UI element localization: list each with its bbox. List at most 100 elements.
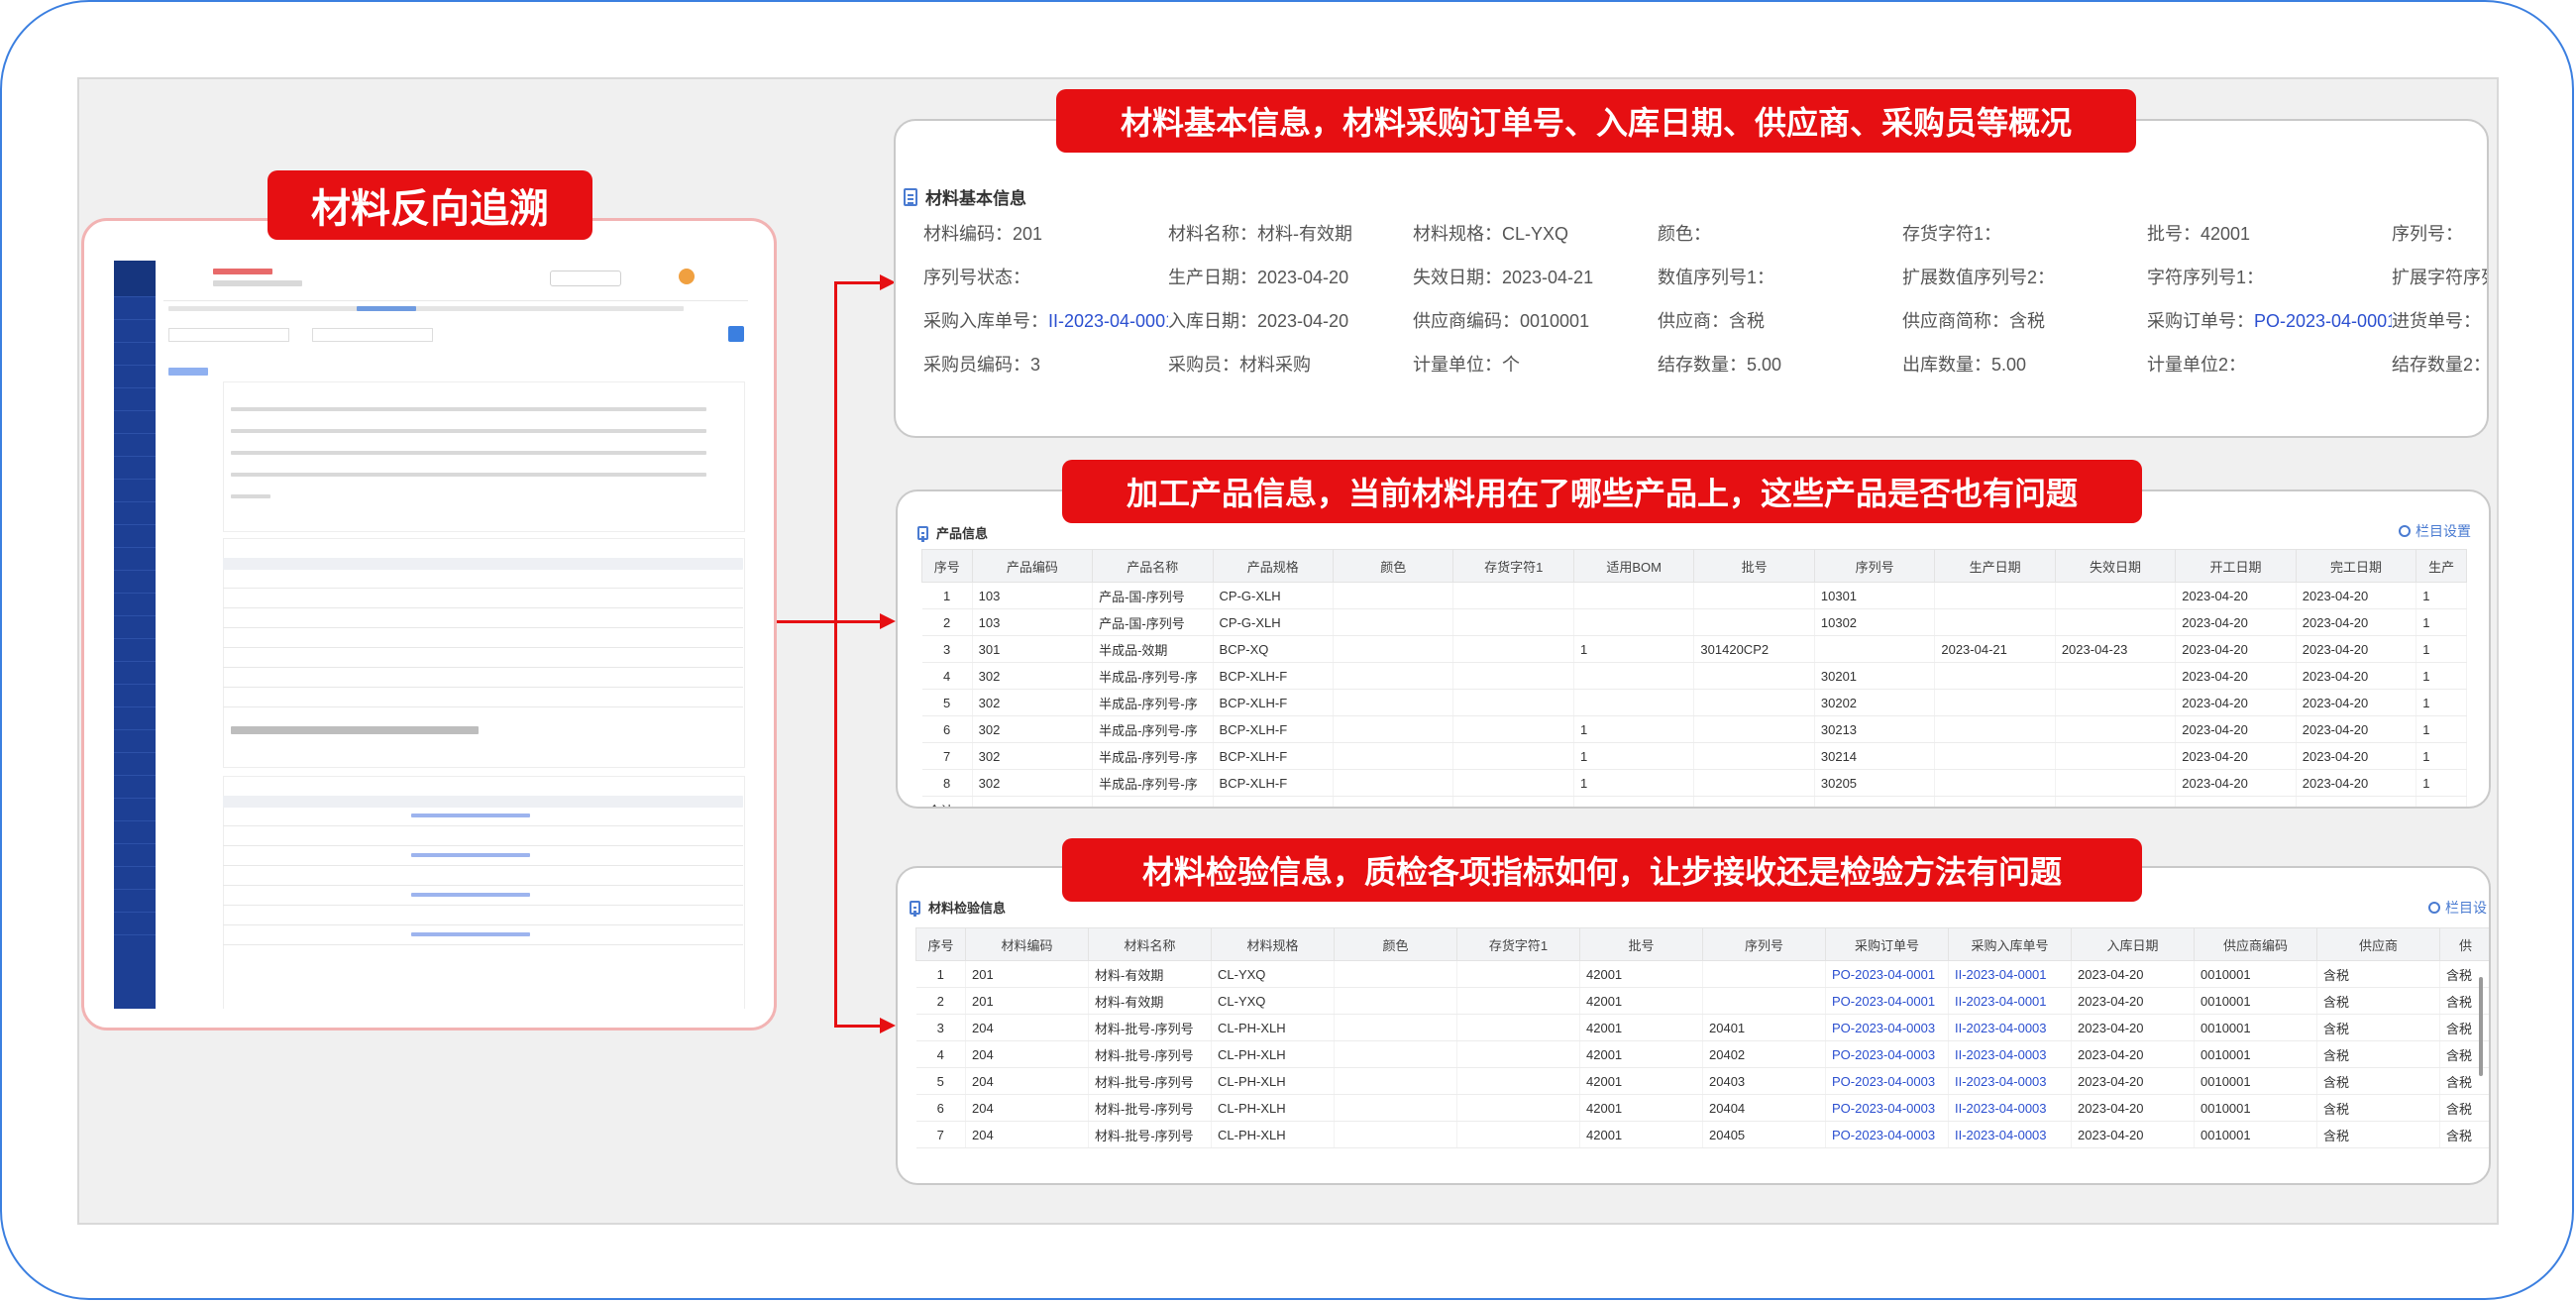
col-header[interactable]: 生产	[2415, 549, 2467, 583]
col-header[interactable]: 供	[2439, 927, 2489, 961]
field-receipt-no: 进货单号：	[2392, 311, 2481, 331]
table-cell: 材料-批号-序列号	[1088, 1014, 1212, 1041]
table-cell: BCP-XLH-F	[1213, 769, 1335, 797]
table-row[interactable]: 8 302 半成品-序列号-序 BCP-XLH-F 1 30205 2023-04-20 20…	[921, 769, 2467, 797]
material-basic-fields: 材料编码：201 材料名称：材料-有效期 材料规格：CL-YXQ 颜色： 存货字…	[923, 220, 2487, 394]
col-header[interactable]: 序号	[921, 549, 973, 583]
table-row[interactable]: 2 201 材料-有效期 CL-YXQ 42001 PO-2023-04-0001 II-2…	[915, 987, 2489, 1015]
inspection-table: 序号 材料编码 材料名称 材料规格 颜色 存货字符1 批号 序列号 采购订单号 …	[915, 927, 2489, 1148]
col-header[interactable]: 入库日期	[2071, 927, 2195, 961]
table-row[interactable]: 4 204 材料-批号-序列号 CL-PH-XLH 42001 20402 PO-2023-…	[915, 1040, 2489, 1068]
total-row: 合计	[921, 796, 2467, 807]
table-cell: CL-PH-XLH	[1211, 1067, 1335, 1095]
vertical-scrollbar[interactable]	[2479, 977, 2483, 1076]
col-header[interactable]: 供应商	[2316, 927, 2440, 961]
col-header[interactable]: 采购入库单号	[1948, 927, 2072, 961]
table-row[interactable]: 1 201 材料-有效期 CL-YXQ 42001 PO-2023-04-0001 II-2…	[915, 960, 2489, 988]
purchase-order-link[interactable]: PO-2023-04-0003	[1825, 1040, 1949, 1068]
inspection-info-title: 材料检验信息	[910, 898, 1006, 917]
col-header[interactable]: 产品名称	[1092, 549, 1214, 583]
col-header[interactable]: 批号	[1693, 549, 1815, 583]
col-header[interactable]: 序列号	[1813, 549, 1936, 583]
purchase-order-link[interactable]: PO-2023-04-0001	[1825, 987, 1949, 1015]
purchase-order-link[interactable]: PO-2023-04-0001	[2254, 311, 2392, 331]
table-row[interactable]: 1 103 产品-国-序列号 CP-G-XLH 10301 2023-04-20 2023-…	[921, 582, 2467, 609]
col-header[interactable]: 产品编码	[971, 549, 1094, 583]
field-ext-num-serial2: 扩展数值序列号2：	[1902, 268, 2056, 287]
purchase-in-link[interactable]: II-2023-04-0003	[1948, 1121, 2072, 1148]
table-cell: 2023-04-20	[2296, 635, 2417, 663]
gear-icon	[2428, 902, 2440, 914]
col-header[interactable]: 材料名称	[1088, 927, 1212, 961]
field-char1: 存货字符1：	[1902, 224, 2002, 244]
column-settings-button[interactable]: 栏目设	[2428, 898, 2487, 918]
purchase-in-link[interactable]: II-2023-04-0001	[1948, 960, 2072, 988]
table-row[interactable]: 2 103 产品-国-序列号 CP-G-XLH 10302 2023-04-20 2023-…	[921, 608, 2467, 636]
table-cell: 2023-04-20	[2296, 608, 2417, 636]
table-row[interactable]: 6 302 半成品-序列号-序 BCP-XLH-F 1 30213 2023-04-20 20…	[921, 715, 2467, 743]
col-header[interactable]: 序列号	[1702, 927, 1826, 961]
table-row[interactable]: 3 204 材料-批号-序列号 CL-PH-XLH 42001 20401 PO-2023-…	[915, 1014, 2489, 1041]
table-cell: 半成品-序列号-序	[1092, 769, 1214, 797]
table-cell: 2023-04-20	[2071, 960, 2195, 988]
purchase-order-link[interactable]: PO-2023-04-0003	[1825, 1121, 1949, 1148]
purchase-order-link[interactable]: PO-2023-04-0003	[1825, 1094, 1949, 1122]
table-row[interactable]: 4 302 半成品-序列号-序 BCP-XLH-F 30201 2023-04-20 202…	[921, 662, 2467, 690]
table-row[interactable]: 6 204 材料-批号-序列号 CL-PH-XLH 42001 20404 PO-2023-…	[915, 1094, 2489, 1122]
table-cell: 30213	[1814, 715, 1936, 743]
col-header[interactable]: 材料编码	[965, 927, 1089, 961]
purchase-order-link[interactable]: PO-2023-04-0003	[1825, 1014, 1949, 1041]
table-row[interactable]: 7 302 半成品-序列号-序 BCP-XLH-F 1 30214 2023-04-20 20…	[921, 742, 2467, 770]
col-header[interactable]: 存货字符1	[1456, 927, 1580, 961]
col-header[interactable]: 存货字符1	[1452, 549, 1574, 583]
table-row[interactable]: 3 301 半成品-效期 BCP-XQ 1 301420CP2 2023-04-21 2023…	[921, 635, 2467, 663]
purchase-in-link[interactable]: II-2023-04-0003	[1948, 1067, 2072, 1095]
table-cell: 3	[921, 635, 973, 663]
col-header[interactable]: 开工日期	[2175, 549, 2297, 583]
purchase-order-link[interactable]: PO-2023-04-0003	[1825, 1067, 1949, 1095]
table-row[interactable]: 5 204 材料-批号-序列号 CL-PH-XLH 42001 20403 PO-2023-…	[915, 1067, 2489, 1095]
purchase-in-link[interactable]: II-2023-04-0003	[1948, 1094, 2072, 1122]
table-cell: 10302	[1814, 608, 1936, 636]
table-cell: 30205	[1814, 769, 1936, 797]
table-cell: 201	[965, 960, 1089, 988]
purchase-in-link[interactable]: II-2023-04-0003	[1948, 1014, 2072, 1041]
col-header[interactable]: 材料规格	[1211, 927, 1335, 961]
table-cell: 2023-04-20	[2175, 635, 2297, 663]
table-row[interactable]: 5 302 半成品-序列号-序 BCP-XLH-F 30202 2023-04-20 202…	[921, 689, 2467, 716]
field-material-code: 材料编码：201	[923, 224, 1043, 244]
table-cell	[1456, 1014, 1580, 1041]
table-cell	[1934, 715, 2056, 743]
col-header[interactable]: 生产日期	[1934, 549, 2056, 583]
table-cell: 半成品-序列号-序	[1092, 689, 1214, 716]
col-header[interactable]: 适用BOM	[1572, 549, 1695, 583]
table-row[interactable]: 7 204 材料-批号-序列号 CL-PH-XLH 42001 20405 PO-2023-…	[915, 1121, 2489, 1148]
col-header[interactable]: 采购订单号	[1825, 927, 1949, 961]
col-header[interactable]: 完工日期	[2295, 549, 2417, 583]
table-cell	[1934, 662, 2056, 690]
col-header[interactable]: 序号	[915, 927, 966, 961]
purchase-in-link[interactable]: II-2023-04-0001	[1948, 987, 2072, 1015]
table-cell: 材料-批号-序列号	[1088, 1040, 1212, 1068]
col-header[interactable]: 颜色	[1333, 549, 1454, 583]
total-label: 合计	[921, 796, 973, 807]
col-header[interactable]: 产品规格	[1212, 549, 1335, 583]
table-cell: 含税	[2316, 987, 2440, 1015]
table-cell: 204	[965, 1067, 1089, 1095]
table-cell	[1452, 689, 1574, 716]
table-cell: 材料-有效期	[1088, 987, 1212, 1015]
table-cell	[1333, 608, 1454, 636]
col-header[interactable]: 颜色	[1334, 927, 1457, 961]
table-cell	[2055, 608, 2177, 636]
col-header[interactable]: 失效日期	[2054, 549, 2177, 583]
column-settings-button[interactable]: 栏目设置	[2399, 521, 2471, 541]
col-header[interactable]: 供应商编码	[2194, 927, 2317, 961]
purchase-order-link[interactable]: PO-2023-04-0001	[1825, 960, 1949, 988]
col-header[interactable]: 批号	[1579, 927, 1703, 961]
table-cell: 20404	[1702, 1094, 1826, 1122]
purchase-in-link[interactable]: II-2023-04-0001	[1048, 311, 1168, 331]
table-cell: 301420CP2	[1693, 635, 1815, 663]
reverse-trace-banner: 材料反向追溯	[268, 170, 592, 240]
table-cell: 302	[972, 742, 1094, 770]
purchase-in-link[interactable]: II-2023-04-0003	[1948, 1040, 2072, 1068]
